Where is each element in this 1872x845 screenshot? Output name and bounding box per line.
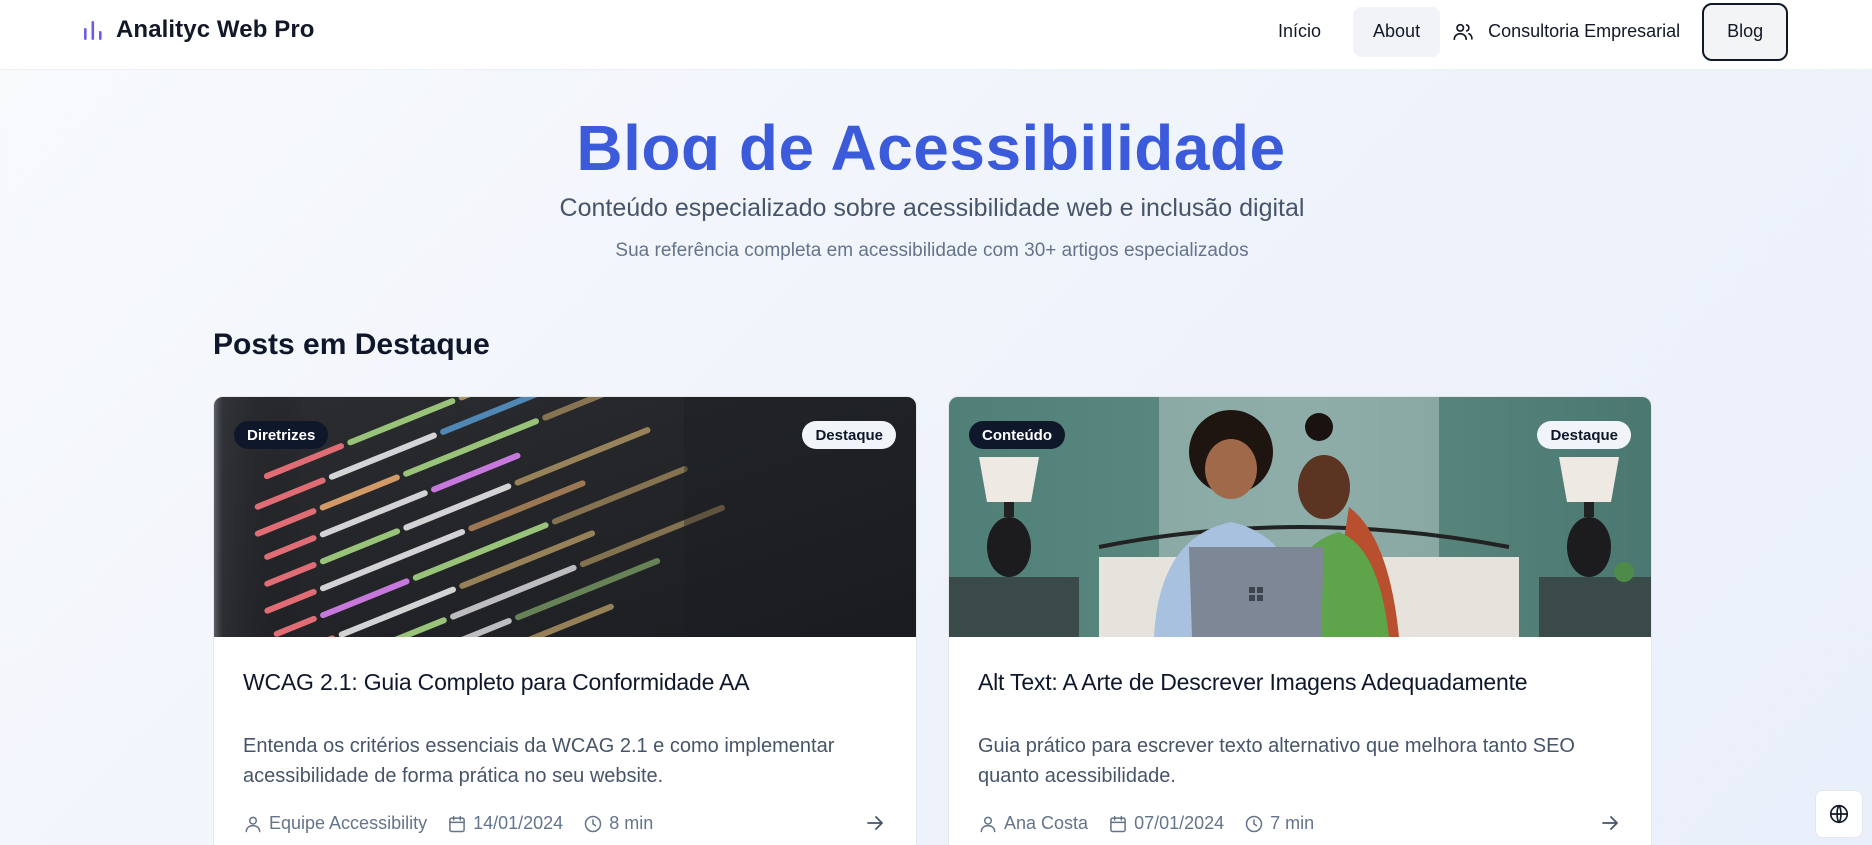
calendar-icon — [1110, 815, 1126, 832]
post-image-women-laptop: Conteúdo Destaque — [949, 397, 1651, 637]
category-badge: Conteúdo — [969, 421, 1065, 449]
bar-chart-icon — [84, 21, 102, 40]
post-author: Ana Costa — [978, 813, 1088, 834]
post-title[interactable]: WCAG 2.1: Guia Completo para Conformidad… — [243, 669, 887, 696]
main-nav: Início About Consultoria Empresarial Blo… — [1258, 2, 1789, 61]
post-read-time-value: 8 min — [609, 813, 654, 833]
featured-badge: Destaque — [802, 421, 896, 449]
post-read-time: 8 min — [583, 813, 653, 834]
post-author-name: Ana Costa — [1004, 813, 1089, 833]
arrow-right-icon[interactable] — [863, 811, 887, 835]
post-read-time: 7 min — [1244, 813, 1314, 834]
user-icon — [245, 816, 261, 832]
post-card[interactable]: Diretrizes Destaque WCAG 2.1: Guia Compl… — [213, 396, 917, 845]
language-button[interactable] — [1815, 790, 1863, 838]
post-date-value: 14/01/2024 — [473, 813, 564, 833]
nav-item-consultoria-label: Consultoria Empresarial — [1488, 21, 1681, 41]
brand-name: Analityc Web Pro — [116, 16, 315, 43]
nav-item-consultoria[interactable]: Consultoria Empresarial — [1452, 7, 1700, 57]
page-title: Blog de Acessibilidade — [576, 112, 1286, 170]
post-title[interactable]: Alt Text: A Arte de Descrever Imagens Ad… — [978, 669, 1622, 696]
globe-icon — [1829, 804, 1849, 824]
calendar-icon — [449, 815, 465, 832]
clock-icon — [584, 815, 602, 832]
category-badge: Diretrizes — [234, 421, 329, 449]
brand-logo[interactable]: Analityc Web Pro — [82, 16, 315, 44]
featured-posts-heading: Posts em Destaque — [213, 328, 490, 361]
post-date: 07/01/2024 — [1108, 813, 1224, 834]
clock-icon — [1245, 815, 1263, 832]
post-author: Equipe Accessibility — [243, 813, 427, 834]
nav-item-blog[interactable]: Blog — [1702, 2, 1789, 61]
arrow-right-icon[interactable] — [1598, 811, 1622, 835]
post-meta: Equipe Accessibility 14/01/2024 8 min — [243, 813, 887, 834]
page-note: Sua referência completa em acessibilidad… — [615, 240, 1249, 261]
nav-item-about[interactable]: About — [1353, 6, 1441, 57]
post-meta: Ana Costa 07/01/2024 7 min — [978, 813, 1622, 834]
post-date-value: 07/01/2024 — [1134, 813, 1225, 833]
top-navigation-bar: Analityc Web Pro Início About Consultori… — [0, 0, 1872, 70]
post-description: Entenda os critérios essenciais da WCAG … — [243, 735, 835, 787]
post-card[interactable]: Conteúdo Destaque Alt Text: A Arte de De… — [948, 396, 1652, 845]
nav-item-inicio[interactable]: Início — [1258, 7, 1341, 57]
users-icon — [1453, 23, 1473, 40]
post-author-name: Equipe Accessibility — [269, 813, 428, 833]
featured-badge: Destaque — [1537, 421, 1631, 449]
post-image-code: Diretrizes Destaque — [214, 397, 916, 637]
post-date: 14/01/2024 — [447, 813, 563, 834]
post-description: Guia prático para escrever texto alterna… — [978, 735, 1575, 787]
user-icon — [980, 816, 996, 832]
page-subtitle: Conteúdo especializado sobre acessibilid… — [559, 194, 1305, 222]
post-read-time-value: 7 min — [1270, 813, 1315, 833]
